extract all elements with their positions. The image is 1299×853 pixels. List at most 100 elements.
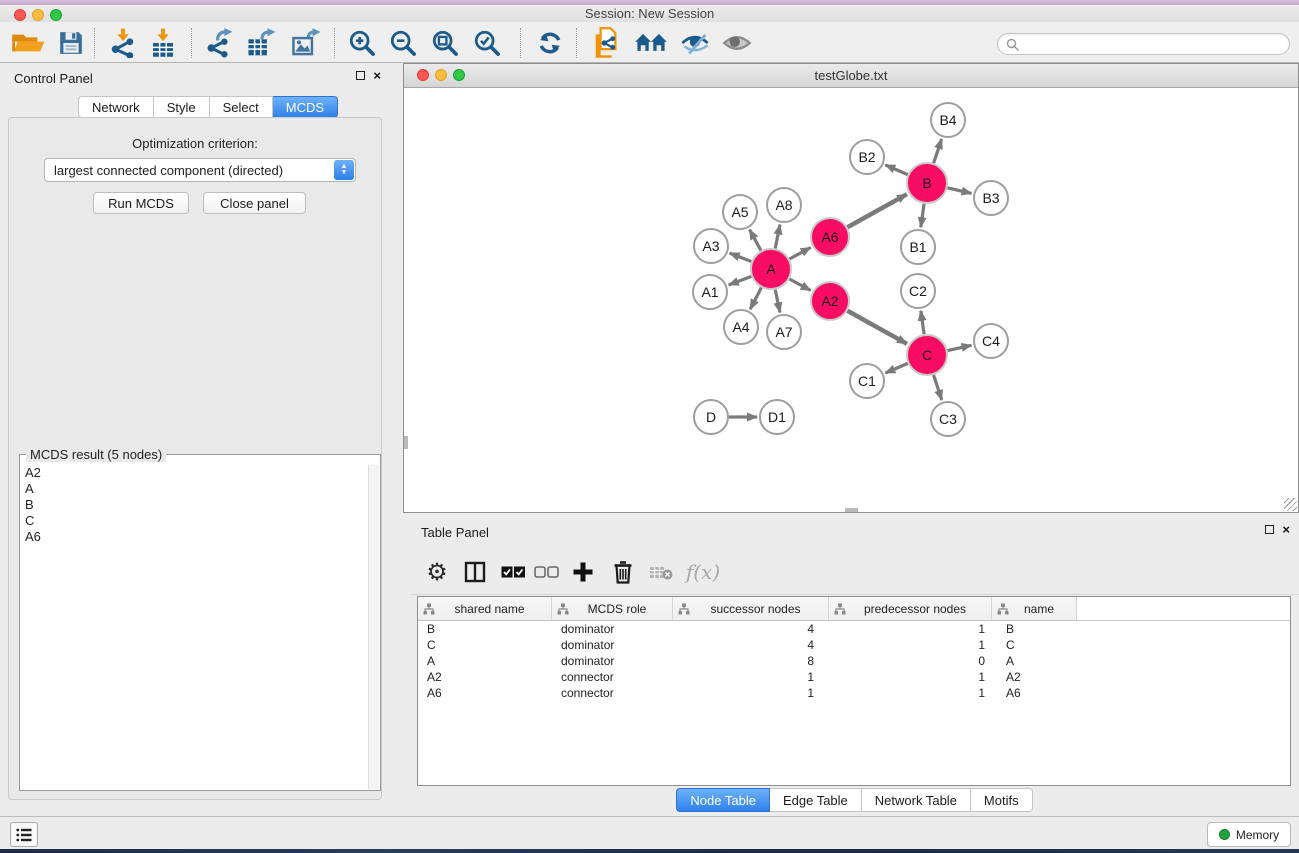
table-cell[interactable]: 1 [829, 622, 992, 636]
graph-edge-C-C2[interactable] [921, 311, 924, 334]
criterion-dropdown[interactable]: largest connected component (directed) ▲… [44, 158, 356, 182]
table-cell[interactable]: 1 [829, 638, 992, 652]
save-session-button[interactable] [54, 26, 88, 60]
table-cell[interactable]: 1 [829, 670, 992, 684]
export-image-button[interactable] [286, 26, 328, 60]
tab-motifs[interactable]: Motifs [971, 788, 1033, 812]
open-session-button[interactable] [8, 26, 50, 60]
import-table-button[interactable] [144, 26, 182, 60]
zoom-in-button[interactable] [344, 26, 380, 60]
close-table-panel-icon[interactable]: × [1282, 525, 1290, 534]
column-header[interactable]: name [992, 597, 1077, 620]
function-builder-button[interactable]: f(x) [682, 557, 724, 587]
table-cell[interactable]: connector [552, 686, 673, 700]
column-header[interactable]: MCDS role [552, 597, 673, 620]
import-network-button[interactable] [104, 26, 142, 60]
graph-edge-A-A1[interactable] [729, 276, 752, 285]
task-history-button[interactable] [10, 822, 38, 847]
show-columns-button[interactable] [460, 557, 490, 587]
column-header[interactable]: predecessor nodes [829, 597, 992, 620]
resize-grip[interactable] [1284, 498, 1297, 511]
export-table-button[interactable] [241, 26, 283, 60]
table-settings-button[interactable]: ⚙ [422, 557, 452, 587]
mcds-result-item[interactable]: C [22, 513, 366, 529]
table-cell[interactable]: dominator [552, 638, 673, 652]
unselect-all-columns-button[interactable] [532, 557, 562, 587]
tab-network[interactable]: Network [78, 96, 154, 118]
graph-edge-C-C4[interactable] [948, 345, 972, 350]
graph-edge-A-A5[interactable] [750, 230, 761, 251]
horizontal-scroll-thumb[interactable] [845, 508, 858, 512]
tab-mcds[interactable]: MCDS [273, 96, 338, 118]
graph-edge-B-B4[interactable] [934, 139, 942, 163]
graph-edge-A-A8[interactable] [775, 225, 780, 249]
close-panel-icon[interactable]: × [373, 71, 381, 80]
fit-content-button[interactable] [426, 26, 464, 60]
delete-column-button[interactable] [608, 557, 638, 587]
table-cell[interactable]: 1 [829, 686, 992, 700]
table-cell[interactable]: 1 [673, 686, 829, 700]
graph-edge-A-A3[interactable] [730, 253, 752, 261]
table-cell[interactable]: A6 [418, 686, 552, 700]
graph-edge-A-A7[interactable] [775, 290, 780, 313]
table-cell[interactable]: 8 [673, 654, 829, 668]
graph-edge-C-C3[interactable] [934, 375, 942, 400]
delete-table-button[interactable] [646, 557, 676, 587]
table-cell[interactable]: 0 [829, 654, 992, 668]
graph-edge-A-A4[interactable] [750, 288, 761, 310]
refresh-button[interactable] [532, 26, 568, 60]
mcds-result-item[interactable]: B [22, 497, 366, 513]
mcds-scrollbar[interactable] [368, 465, 379, 789]
table-cell[interactable]: A [418, 654, 552, 668]
node-table[interactable]: shared nameMCDS rolesuccessor nodesprede… [417, 596, 1291, 786]
table-cell[interactable]: dominator [552, 654, 673, 668]
tab-node-table[interactable]: Node Table [676, 788, 770, 812]
tab-style[interactable]: Style [154, 96, 210, 118]
vertical-scroll-thumb[interactable] [404, 436, 408, 449]
table-row[interactable]: Cdominator41C [418, 637, 1290, 653]
clone-network-button[interactable] [588, 26, 628, 60]
hide-selected-button[interactable] [676, 26, 714, 60]
graph-edge-A-A2[interactable] [789, 279, 810, 290]
table-cell[interactable]: A2 [418, 670, 552, 684]
memory-button[interactable]: Memory [1207, 822, 1291, 847]
show-hidden-button[interactable] [718, 26, 756, 60]
table-cell[interactable]: B [418, 622, 552, 636]
zoom-selected-button[interactable] [468, 26, 506, 60]
float-table-panel-icon[interactable] [1265, 525, 1274, 534]
tab-select[interactable]: Select [210, 96, 273, 118]
create-column-button[interactable] [568, 557, 598, 587]
network-canvas[interactable]: B4B2BB3A5A8A6A3B1AA1C2A2A4A7CC4C1C3DD1 [404, 88, 1298, 512]
graph-edge-B-B1[interactable] [921, 204, 924, 227]
table-cell[interactable]: 4 [673, 622, 829, 636]
mcds-result-item[interactable]: A2 [22, 465, 366, 481]
zoom-out-button[interactable] [385, 26, 421, 60]
tab-edge-table[interactable]: Edge Table [770, 788, 862, 812]
graph-edge-C-C1[interactable] [885, 363, 907, 373]
home-layout-button[interactable] [630, 26, 672, 60]
mcds-result-item[interactable]: A6 [22, 529, 366, 545]
table-cell[interactable]: C [418, 638, 552, 652]
table-row[interactable]: Adominator80A [418, 653, 1290, 669]
table-cell[interactable]: C [992, 638, 1077, 652]
search-field[interactable] [997, 33, 1290, 55]
run-mcds-button[interactable]: Run MCDS [93, 192, 189, 214]
mcds-result-list[interactable]: A2ABCA6 [22, 465, 366, 788]
network-graph[interactable]: B4B2BB3A5A8A6A3B1AA1C2A2A4A7CC4C1C3DD1 [404, 88, 1298, 512]
table-cell[interactable]: 4 [673, 638, 829, 652]
table-cell[interactable]: B [992, 622, 1077, 636]
graph-edge-A6-B[interactable] [847, 194, 906, 227]
mcds-result-item[interactable]: A [22, 481, 366, 497]
tab-network-table[interactable]: Network Table [862, 788, 971, 812]
table-cell[interactable]: 1 [673, 670, 829, 684]
search-input[interactable] [1024, 35, 1279, 53]
table-row[interactable]: A2connector11A2 [418, 669, 1290, 685]
table-row[interactable]: Bdominator41B [418, 621, 1290, 637]
graph-edge-B-B2[interactable] [885, 165, 907, 175]
close-panel-button[interactable]: Close panel [203, 192, 306, 214]
select-all-columns-button[interactable] [498, 557, 528, 587]
graph-edge-A2-C[interactable] [847, 311, 906, 344]
table-cell[interactable]: A2 [992, 670, 1077, 684]
table-cell[interactable]: dominator [552, 622, 673, 636]
graph-edge-A-A6[interactable] [789, 247, 810, 258]
